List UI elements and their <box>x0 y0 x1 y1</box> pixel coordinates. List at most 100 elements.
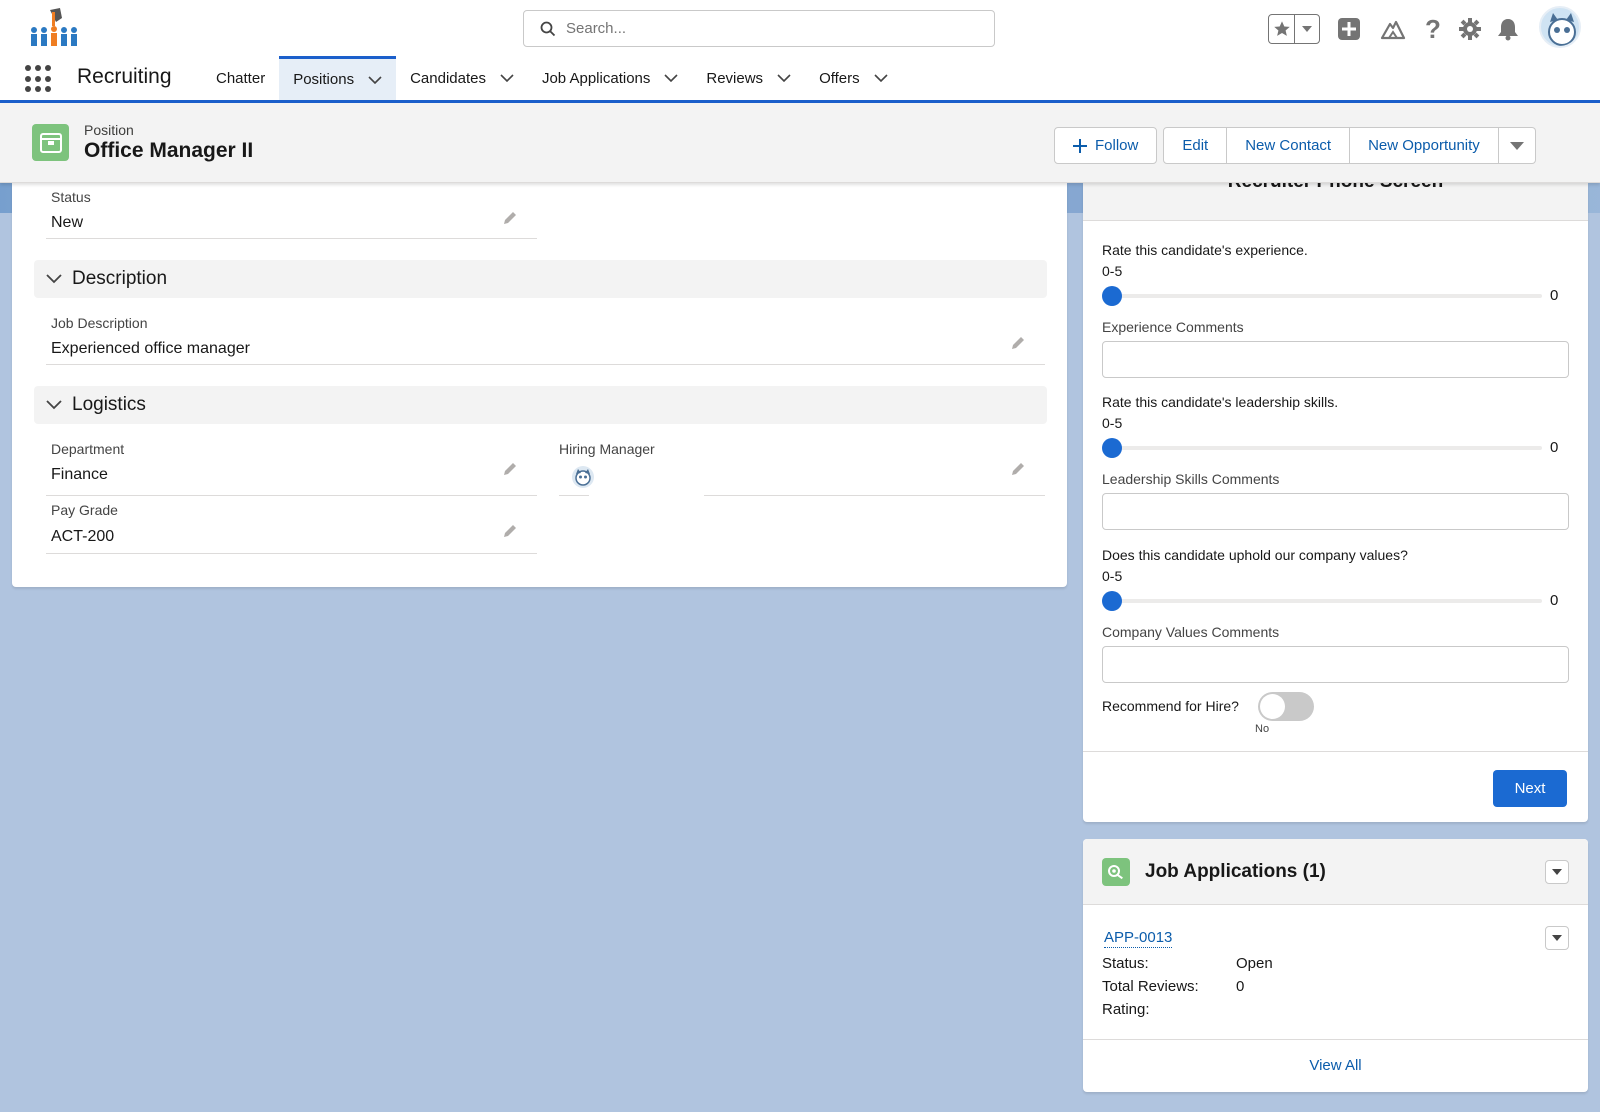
tab-reviews[interactable]: Reviews <box>692 56 805 100</box>
company-values-slider-value: 0 <box>1550 592 1559 609</box>
recruiting-logo <box>16 4 86 52</box>
flow-header: Recruiter Phone Screen <box>1083 183 1588 221</box>
edit-pencil-icon[interactable] <box>1011 336 1025 350</box>
experience-slider-thumb[interactable] <box>1102 286 1122 306</box>
record-actions: Follow Edit New Contact New Opportunity <box>1054 127 1536 164</box>
experience-slider-track[interactable] <box>1111 294 1542 298</box>
company-values-slider-thumb[interactable] <box>1102 591 1122 611</box>
favorites-dropdown-icon[interactable] <box>1295 15 1319 43</box>
tab-label: Reviews <box>706 69 764 87</box>
section-description-header[interactable]: Description <box>34 260 1047 298</box>
hiring-manager-avatar[interactable] <box>572 466 594 488</box>
chevron-down-icon[interactable] <box>664 74 678 82</box>
field-value: Open <box>1236 955 1273 972</box>
status-label: Status <box>51 189 91 205</box>
position-record-icon <box>32 124 69 161</box>
chevron-down-icon[interactable] <box>874 74 888 82</box>
related-list-title[interactable]: Job Applications (1) <box>1145 861 1326 883</box>
trailhead-icon[interactable] <box>1378 14 1408 44</box>
edit-pencil-icon[interactable] <box>503 211 517 225</box>
experience-slider-value: 0 <box>1550 287 1559 304</box>
flow-title: Recruiter Phone Screen <box>1083 183 1588 193</box>
job-description-label: Job Description <box>51 315 148 331</box>
toggle-state-label: No <box>1255 723 1270 735</box>
recommend-for-hire-toggle[interactable] <box>1258 692 1314 721</box>
more-actions-button[interactable] <box>1498 127 1536 164</box>
tab-chatter[interactable]: Chatter <box>202 56 279 100</box>
dropdown-arrow-icon <box>1552 869 1562 875</box>
chevron-down-icon[interactable] <box>777 74 791 82</box>
question-leadership: Rate this candidate's leadership skills. <box>1102 394 1339 410</box>
pay-grade-value: ACT-200 <box>51 528 115 545</box>
next-button[interactable]: Next <box>1493 770 1567 807</box>
tab-job-applications[interactable]: Job Applications <box>528 56 692 100</box>
field-divider <box>704 495 1045 496</box>
toggle-knob <box>1260 694 1285 719</box>
dropdown-arrow-icon <box>1552 935 1562 941</box>
tab-label: Candidates <box>410 69 486 87</box>
edit-pencil-icon[interactable] <box>503 524 517 538</box>
follow-label: Follow <box>1095 137 1139 154</box>
plus-icon <box>1073 138 1087 153</box>
global-add-icon[interactable] <box>1334 14 1364 44</box>
search-icon <box>540 21 556 36</box>
favorites-button-group[interactable] <box>1268 14 1320 44</box>
record-details-card: Status New Description Job Description E… <box>12 183 1067 587</box>
chevron-down-icon <box>46 400 62 410</box>
tab-label: Chatter <box>216 69 266 87</box>
range-label: 0-5 <box>1102 415 1123 431</box>
job-application-record-link[interactable]: APP-0013 <box>1104 929 1173 948</box>
field-key: Status: <box>1102 955 1149 972</box>
global-search-input[interactable]: Search... <box>523 10 995 47</box>
tab-positions[interactable]: Positions <box>279 56 397 100</box>
edit-pencil-icon[interactable] <box>1011 462 1025 476</box>
new-contact-button[interactable]: New Contact <box>1227 127 1351 164</box>
related-list-header: Job Applications (1) <box>1083 839 1588 905</box>
edit-button[interactable]: Edit <box>1163 127 1228 164</box>
related-list-menu-button[interactable] <box>1545 860 1569 884</box>
leadership-slider-track[interactable] <box>1111 446 1542 450</box>
leadership-comments-input[interactable] <box>1102 493 1569 530</box>
recruiter-phone-screen-flow: Recruiter Phone Screen Rate this candida… <box>1083 183 1588 822</box>
setup-gear-icon[interactable] <box>1455 14 1485 44</box>
app-launcher-icon[interactable] <box>25 65 53 93</box>
chevron-down-icon[interactable] <box>368 75 382 84</box>
company-values-comments-input[interactable] <box>1102 646 1569 683</box>
question-experience: Rate this candidate's experience. <box>1102 242 1308 258</box>
record-title: Office Manager II <box>84 139 254 162</box>
related-list-footer-divider <box>1083 1039 1588 1040</box>
leadership-comments-label: Leadership Skills Comments <box>1102 471 1280 487</box>
follow-button[interactable]: Follow <box>1054 127 1158 164</box>
section-logistics-header[interactable]: Logistics <box>34 386 1047 424</box>
company-values-comments-label: Company Values Comments <box>1102 624 1280 640</box>
app-navigation-bar: Recruiting Chatter Positions Candidates … <box>0 56 1600 103</box>
experience-comments-input[interactable] <box>1102 341 1569 378</box>
row-actions-menu-button[interactable] <box>1545 926 1569 950</box>
leadership-slider-thumb[interactable] <box>1102 438 1122 458</box>
record-type-label: Position <box>84 122 134 138</box>
tab-candidates[interactable]: Candidates <box>396 56 528 100</box>
field-divider <box>559 495 589 496</box>
company-values-slider-track[interactable] <box>1111 599 1542 603</box>
chevron-down-icon[interactable] <box>500 74 514 82</box>
user-avatar[interactable] <box>1539 6 1581 48</box>
field-divider <box>46 495 537 496</box>
global-header: Search... ? <box>0 0 1600 56</box>
dropdown-arrow-icon <box>1509 141 1524 150</box>
favorites-star-icon[interactable] <box>1269 15 1295 43</box>
tab-label: Positions <box>293 71 355 88</box>
chevron-down-icon <box>46 274 62 284</box>
help-icon[interactable]: ? <box>1418 14 1448 44</box>
tab-label: Offers <box>819 69 860 87</box>
tab-offers[interactable]: Offers <box>805 56 902 100</box>
notifications-bell-icon[interactable] <box>1493 14 1523 44</box>
page-bottom-strip <box>0 1112 1600 1117</box>
record-header: Position Office Manager II Follow Edit N… <box>0 103 1600 183</box>
view-all-link[interactable]: View All <box>1083 1057 1588 1074</box>
section-title: Logistics <box>72 394 146 415</box>
leadership-slider-value: 0 <box>1550 439 1559 456</box>
new-opportunity-button[interactable]: New Opportunity <box>1350 127 1499 164</box>
field-value: 0 <box>1236 978 1245 995</box>
edit-pencil-icon[interactable] <box>503 462 517 476</box>
nav-tabs: Chatter Positions Candidates Job Applica… <box>202 56 902 100</box>
